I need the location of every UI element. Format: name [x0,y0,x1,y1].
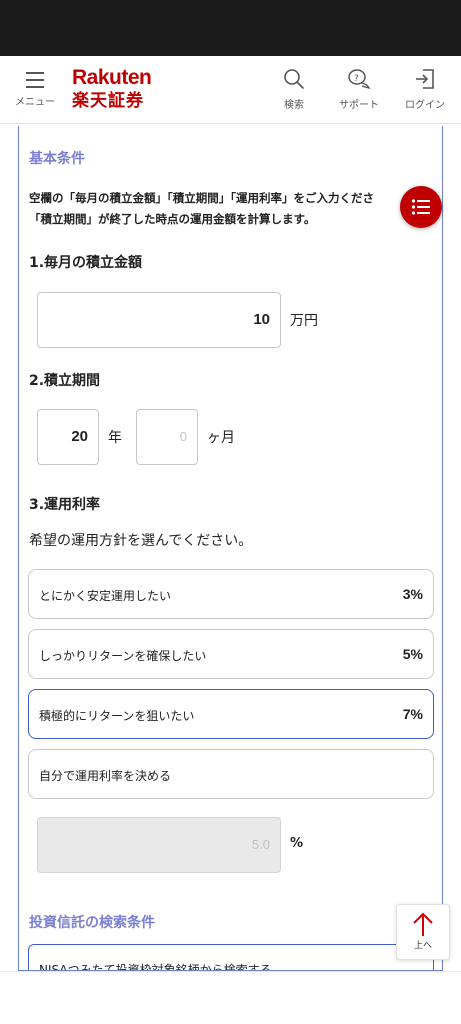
description-line-2: 「積立期間」が終了した時点の運用金額を計算します。 [29,212,316,226]
years-unit: 年 [108,430,122,446]
rate-option-custom[interactable]: 自分で運用利率を決める [28,749,434,799]
fund-search-option[interactable]: NISAつみたて投資枠対象銘柄から検索する [28,944,434,971]
rate-option-value: 5% [402,646,423,662]
months-input[interactable]: 0 [136,409,198,465]
rate-option-label: 自分で運用利率を決める [39,769,172,783]
back-to-top-button[interactable]: 上へ [396,904,450,960]
search-button[interactable]: 検索 [276,68,312,111]
basic-conditions-title: 基本条件 [29,151,85,167]
support-label: サポート [339,100,379,111]
site-header: メニュー Rakuten 楽天証券 検索 ? サポート ログイン [0,56,461,124]
rate-option-value: 3% [402,586,423,602]
fund-search-option-label: NISAつみたて投資枠対象銘柄から検索する [39,963,272,971]
login-button[interactable]: ログイン [400,68,450,111]
rate-option-stable[interactable]: とにかく安定運用したい 3% [28,569,434,619]
monthly-amount-title: 1.毎月の積立金額 [29,255,143,271]
rate-option-label: とにかく安定運用したい [39,589,172,603]
conditions-description: 空欄の「毎月の積立金額」「積立期間」「運用利率」をご入力くださ 「積立期間」が終… [29,188,434,230]
back-to-top-label: 上へ [413,941,432,951]
bottom-bar [0,971,461,1024]
rate-option-label: 積極的にリターンを狙いたい [39,709,195,723]
search-icon [284,69,304,89]
chat-support-icon: ? [348,69,371,90]
login-label: ログイン [405,100,445,111]
menu-button[interactable]: メニュー [12,70,58,114]
rate-option-label: しっかりリターンを確保したい [39,649,207,663]
simulator-panel: 基本条件 空欄の「毎月の積立金額」「積立期間」「運用利率」をご入力くださ 「積立… [18,126,443,971]
custom-rate-unit: % [290,836,304,851]
status-bar [0,0,461,56]
monthly-amount-input[interactable]: 10 [37,292,281,348]
rate-option-steady-return[interactable]: しっかりリターンを確保したい 5% [28,629,434,679]
years-input[interactable]: 20 [37,409,99,465]
logo-text-en: Rakuten [72,66,152,89]
login-icon [416,69,434,89]
description-line-1: 空欄の「毎月の積立金額」「積立期間」「運用利率」をご入力くださ [29,191,374,205]
svg-text:?: ? [354,74,359,84]
fund-search-title: 投資信託の検索条件 [29,915,155,931]
rate-title: 3.運用利率 [29,497,101,513]
rate-option-aggressive[interactable]: 積極的にリターンを狙いたい 7% [28,689,434,739]
rate-instruction: 希望の運用方針を選んでください。 [29,533,253,549]
search-label: 検索 [284,100,304,111]
hamburger-icon [26,72,44,88]
arrow-up-icon [413,912,433,936]
months-unit: ヶ月 [207,430,235,446]
period-title: 2.積立期間 [29,373,101,389]
monthly-amount-unit: 万円 [290,313,318,329]
menu-label: メニュー [15,97,55,108]
list-icon [411,199,430,215]
support-button[interactable]: ? サポート [334,68,384,111]
rakuten-securities-logo[interactable]: Rakuten 楽天証券 [72,66,162,112]
logo-text-jp: 楽天証券 [72,91,144,111]
rate-option-value: 7% [402,706,423,722]
table-of-contents-button[interactable] [400,186,442,228]
custom-rate-input[interactable]: 5.0 [37,817,281,873]
